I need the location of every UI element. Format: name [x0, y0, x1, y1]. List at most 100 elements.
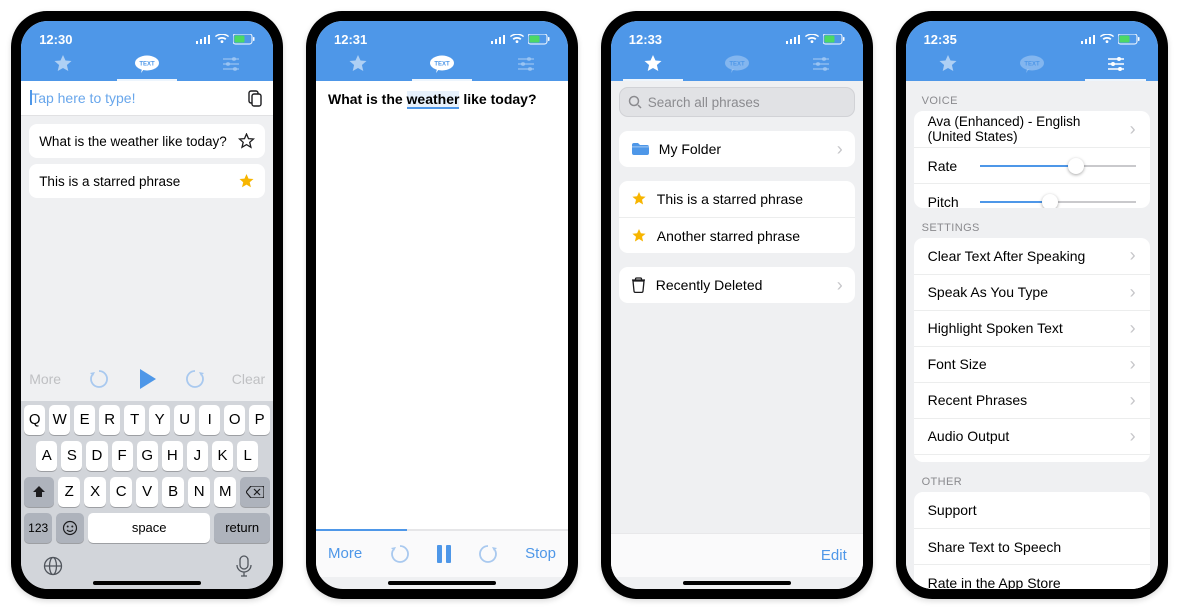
- key[interactable]: Z: [58, 477, 80, 507]
- star-outline-icon[interactable]: [238, 133, 255, 150]
- shift-key[interactable]: [24, 477, 54, 507]
- key[interactable]: R: [99, 405, 120, 435]
- other-row[interactable]: Share Text to Speech: [914, 528, 1150, 564]
- key[interactable]: G: [137, 441, 158, 471]
- progress-bar[interactable]: [316, 529, 568, 531]
- key[interactable]: P: [249, 405, 270, 435]
- tab-settings[interactable]: [484, 47, 568, 81]
- numbers-key[interactable]: 123: [24, 513, 52, 543]
- settings-row[interactable]: Clear Text After Speaking›: [914, 238, 1150, 274]
- deleted-row[interactable]: Recently Deleted ›: [619, 267, 855, 303]
- battery-icon: [1118, 34, 1140, 45]
- key[interactable]: D: [86, 441, 107, 471]
- phone-4: 12:35 TEXT Voice Ava (Enhanced) - Englis…: [896, 11, 1168, 599]
- forward-icon[interactable]: [185, 369, 205, 389]
- key[interactable]: N: [188, 477, 210, 507]
- stop-button[interactable]: Stop: [525, 545, 556, 562]
- tab-favorites[interactable]: [906, 47, 990, 81]
- key[interactable]: F: [112, 441, 133, 471]
- key[interactable]: C: [110, 477, 132, 507]
- emoji-key[interactable]: [56, 513, 84, 543]
- status-bar: 12:30: [21, 29, 273, 47]
- starred-row[interactable]: Another starred phrase: [619, 217, 855, 253]
- pitch-slider[interactable]: [980, 194, 1136, 208]
- tab-settings[interactable]: [779, 47, 863, 81]
- tab-text[interactable]: TEXT: [105, 47, 189, 81]
- speaking-text[interactable]: What is the weather like today?: [316, 81, 568, 529]
- text-input-bar[interactable]: Tap here to type!: [21, 81, 273, 116]
- tab-favorites[interactable]: [21, 47, 105, 81]
- key[interactable]: J: [187, 441, 208, 471]
- key[interactable]: E: [74, 405, 95, 435]
- mic-icon[interactable]: [236, 555, 252, 577]
- rate-row: Rate: [914, 147, 1150, 183]
- settings-row[interactable]: Phone Calls›: [914, 454, 1150, 463]
- key[interactable]: H: [162, 441, 183, 471]
- tab-text[interactable]: TEXT: [695, 47, 779, 81]
- tab-text[interactable]: TEXT: [400, 47, 484, 81]
- key[interactable]: K: [212, 441, 233, 471]
- key[interactable]: B: [162, 477, 184, 507]
- delete-key[interactable]: [240, 477, 270, 507]
- search-input[interactable]: Search all phrases: [619, 87, 855, 117]
- tab-favorites[interactable]: [611, 47, 695, 81]
- phrase-row[interactable]: What is the weather like today?: [29, 124, 265, 158]
- home-indicator[interactable]: [683, 581, 791, 585]
- section-voice: Voice: [906, 81, 1158, 111]
- rate-slider[interactable]: [980, 158, 1136, 174]
- key[interactable]: T: [124, 405, 145, 435]
- forward-icon[interactable]: [478, 544, 498, 564]
- tab-settings[interactable]: [1074, 47, 1158, 81]
- rewind-icon[interactable]: [89, 369, 109, 389]
- space-key[interactable]: space: [88, 513, 210, 543]
- tab-favorites[interactable]: [316, 47, 400, 81]
- folder-row[interactable]: My Folder ›: [619, 131, 855, 167]
- other-row[interactable]: Rate in the App Store: [914, 564, 1150, 588]
- phrase-row[interactable]: This is a starred phrase: [29, 164, 265, 198]
- key[interactable]: A: [36, 441, 57, 471]
- settings-row[interactable]: Speak As You Type›: [914, 274, 1150, 310]
- body: Search all phrases My Folder › This is a…: [611, 81, 863, 589]
- starred-row[interactable]: This is a starred phrase: [619, 181, 855, 217]
- voice-group: Ava (Enhanced) - English (United States)…: [914, 111, 1150, 207]
- header: 12:31 TEXT: [316, 21, 568, 81]
- edit-button[interactable]: Edit: [821, 547, 847, 564]
- more-button[interactable]: More: [328, 545, 362, 562]
- star-filled-icon: [631, 228, 647, 244]
- star-filled-icon[interactable]: [238, 173, 255, 190]
- starred-label: Another starred phrase: [657, 228, 843, 244]
- key[interactable]: W: [49, 405, 70, 435]
- key[interactable]: O: [224, 405, 245, 435]
- settings-row[interactable]: Highlight Spoken Text›: [914, 310, 1150, 346]
- keyboard[interactable]: Q W E R T Y U I O P A S D F G H J K L: [21, 401, 273, 589]
- home-indicator[interactable]: [93, 581, 201, 585]
- key[interactable]: V: [136, 477, 158, 507]
- key[interactable]: X: [84, 477, 106, 507]
- key[interactable]: M: [214, 477, 236, 507]
- pause-icon[interactable]: [436, 544, 452, 564]
- settings-row[interactable]: Audio Output›: [914, 418, 1150, 454]
- key[interactable]: Y: [149, 405, 170, 435]
- more-button[interactable]: More: [29, 371, 77, 387]
- paste-icon[interactable]: [246, 90, 263, 107]
- settings-row[interactable]: Recent Phrases›: [914, 382, 1150, 418]
- group-starred: This is a starred phrase Another starred…: [619, 181, 855, 253]
- key[interactable]: Q: [24, 405, 45, 435]
- key[interactable]: U: [174, 405, 195, 435]
- key[interactable]: I: [199, 405, 220, 435]
- tab-settings[interactable]: [189, 47, 273, 81]
- key[interactable]: L: [237, 441, 258, 471]
- play-icon[interactable]: [137, 368, 157, 390]
- return-key[interactable]: return: [214, 513, 270, 543]
- voice-select-row[interactable]: Ava (Enhanced) - English (United States)…: [914, 111, 1150, 147]
- rewind-icon[interactable]: [390, 544, 410, 564]
- tab-text[interactable]: TEXT: [990, 47, 1074, 81]
- folder-icon: [631, 142, 649, 156]
- key[interactable]: S: [61, 441, 82, 471]
- clear-button[interactable]: Clear: [217, 371, 265, 387]
- cellular-icon: [196, 34, 211, 44]
- settings-row[interactable]: Font Size›: [914, 346, 1150, 382]
- globe-icon[interactable]: [42, 555, 64, 577]
- other-row[interactable]: Support: [914, 492, 1150, 528]
- home-indicator[interactable]: [388, 581, 496, 585]
